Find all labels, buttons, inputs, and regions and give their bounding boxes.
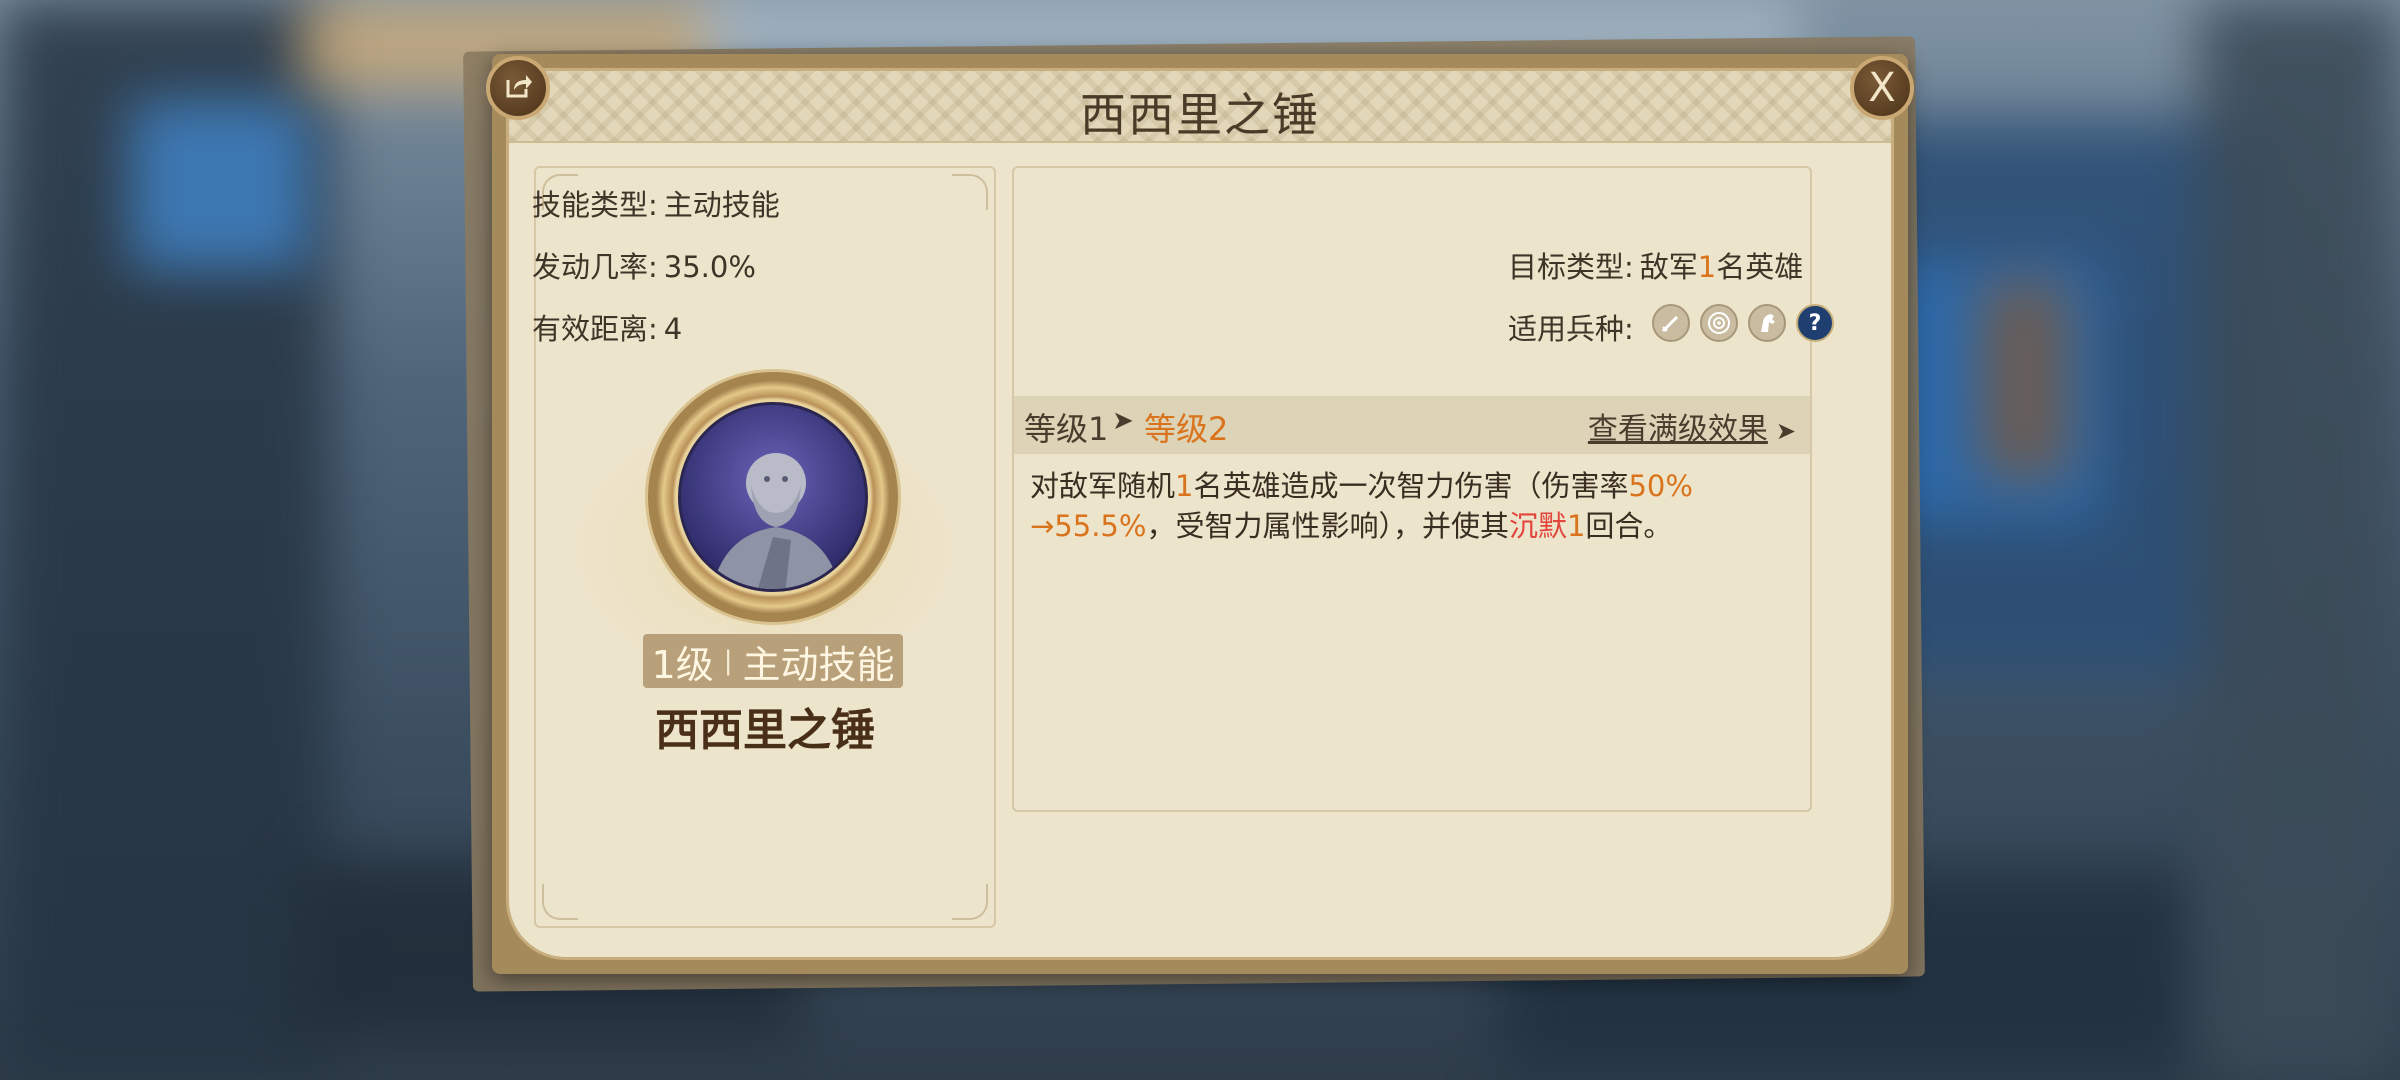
skill-detail-dialog: 西西里之锤 X 1级 | 主动技能 西西里之锤 技能类型: 主动技能 发动几率:… xyxy=(486,54,1914,974)
dialog-header: 西西里之锤 xyxy=(509,71,1891,143)
stat-label: 适用兵种: xyxy=(1508,312,1634,346)
skill-kind: 主动技能 xyxy=(742,642,895,687)
bust-statue-icon xyxy=(678,402,868,592)
target-icon[interactable] xyxy=(1700,304,1738,342)
share-button[interactable] xyxy=(486,56,550,120)
stat-target-type: 目标类型: 敌军1名英雄 xyxy=(1508,244,1803,286)
stat-trigger-chance: 发动几率: 35.0% xyxy=(532,244,756,286)
close-button[interactable]: X xyxy=(1850,56,1914,120)
stat-label: 技能类型: xyxy=(532,188,658,222)
stat-value: 主动技能 xyxy=(663,188,780,222)
arrow-right-icon: ➤ xyxy=(1775,417,1796,445)
stat-value: 敌军1名英雄 xyxy=(1639,250,1804,284)
skill-portrait xyxy=(648,372,898,622)
stat-effective-range: 有效距离: 4 xyxy=(532,306,682,348)
share-icon xyxy=(502,70,534,106)
stat-troop-types: 适用兵种: xyxy=(1508,306,1634,348)
stat-skill-type: 技能类型: 主动技能 xyxy=(532,182,780,224)
stat-label: 发动几率: xyxy=(532,250,658,284)
next-level: 等级2 xyxy=(1144,410,1229,448)
horse-icon[interactable] xyxy=(1748,304,1786,342)
stat-value: 35.0% xyxy=(663,250,756,284)
arrow-right-icon: ➤ xyxy=(1112,406,1134,436)
skill-level-badge: 1级 | 主动技能 xyxy=(643,634,903,688)
view-max-level-link[interactable]: 查看满级效果 ➤ xyxy=(1588,404,1796,448)
stat-value: 4 xyxy=(663,312,683,346)
sword-icon[interactable] xyxy=(1652,304,1690,342)
skill-name: 西西里之锤 xyxy=(655,705,875,756)
question-icon[interactable]: ? xyxy=(1796,304,1834,342)
level-compare-bar: 等级1 ➤ 等级2 查看满级效果 ➤ xyxy=(1014,396,1810,454)
stat-label: 有效距离: xyxy=(532,312,658,346)
close-icon: X xyxy=(1868,65,1896,111)
badge-separator: | xyxy=(723,646,733,676)
skill-level: 1级 xyxy=(651,642,714,687)
skill-description: 对敌军随机1名英雄造成一次智力伤害（伤害率50% →55.5%，受智力属性影响），… xyxy=(1030,469,1693,543)
dialog-title: 西西里之锤 xyxy=(1080,88,1320,142)
current-level: 等级1 xyxy=(1024,410,1109,448)
stat-label: 目标类型: xyxy=(1508,250,1634,284)
